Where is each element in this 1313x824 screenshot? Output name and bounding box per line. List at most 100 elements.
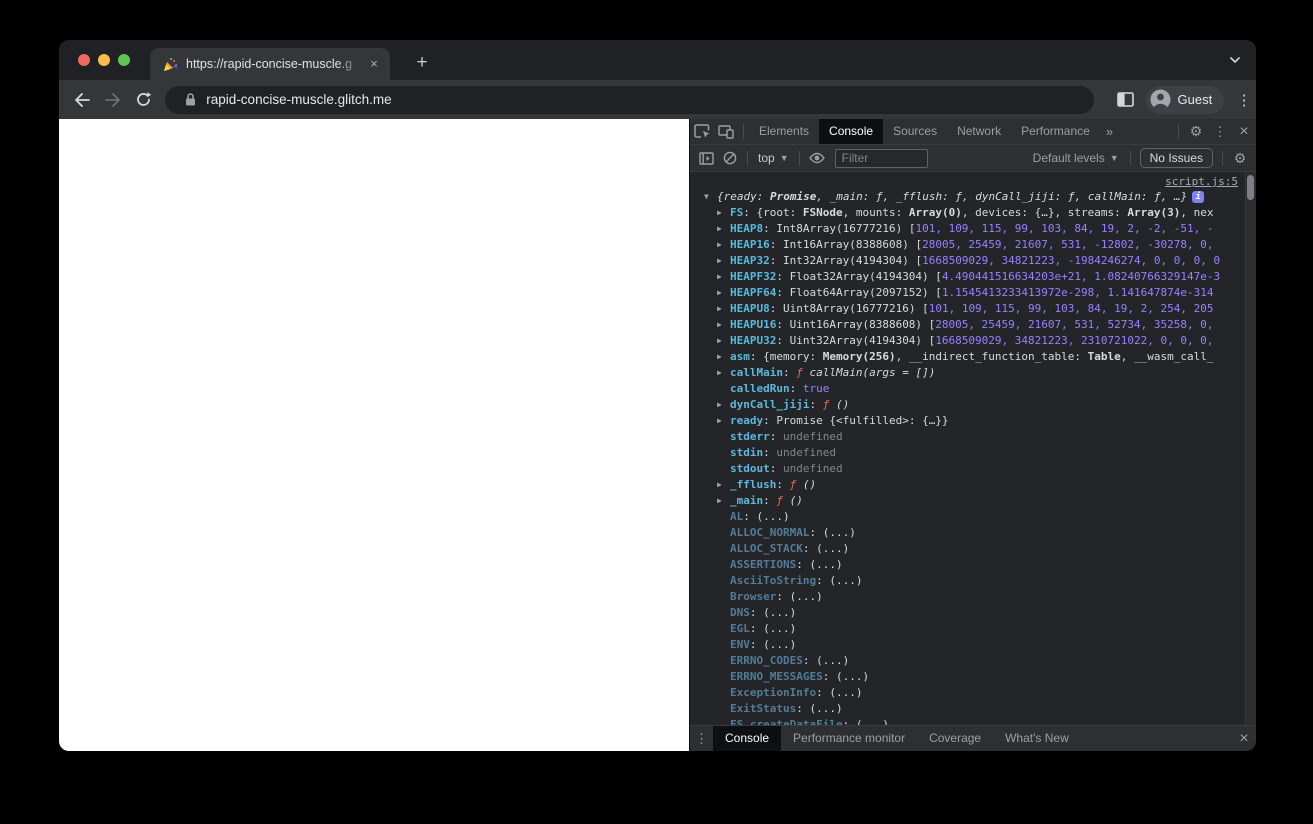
side-panel-icon[interactable] [1112,86,1140,114]
drawer-tab-what-s-new[interactable]: What's New [993,726,1081,751]
console-token: () [783,494,803,507]
drawer-menu-icon[interactable]: ⋮ [690,731,713,747]
arrow-spacer [717,541,730,557]
source-link[interactable]: script.js:5 [1165,175,1238,188]
console-token: , devices: {…}, streams: [961,206,1128,219]
console-token: , mounts: [842,206,909,219]
expand-arrow-icon[interactable]: ▶ [717,349,730,365]
inspect-element-icon[interactable] [690,120,714,144]
console-token: : Int32Array(4194304) [ [769,254,923,267]
minimize-window-button[interactable] [98,54,110,66]
issues-counter-button[interactable]: No Issues [1139,148,1213,168]
expand-arrow-icon[interactable]: ▶ [717,253,730,269]
console-token: : (...) [802,542,850,555]
expand-arrow-icon[interactable]: ▶ [717,413,730,429]
fullscreen-window-button[interactable] [118,54,130,66]
console-property-row: ALLOC_NORMAL: (...) [690,525,1256,541]
browser-menu-icon[interactable]: ⋮ [1232,91,1256,109]
close-window-button[interactable] [78,54,90,66]
devtools-settings-gear-icon[interactable]: ⚙ [1184,120,1208,144]
chevron-down-icon: ▼ [1109,153,1119,163]
console-message-header: script.js:5 [690,172,1256,189]
console-token: , __wasm_call_ [1120,350,1214,363]
context-selector[interactable]: top ▼ [753,151,794,165]
tab-strip: https://rapid-concise-muscle.g × + [59,40,1256,80]
console-property-row: ▶ FS: {root: FSNode, mounts: Array(0), de… [690,205,1256,221]
devtools-tab-performance[interactable]: Performance [1011,119,1100,144]
forward-button[interactable] [99,86,127,114]
devtools-tab-console[interactable]: Console [819,119,884,144]
live-expression-eye-icon[interactable] [805,146,829,170]
console-token: 4.490441516634203e+21, 1.08240766329147e… [941,270,1221,283]
devtools-tab-network[interactable]: Network [947,119,1011,144]
expand-arrow-icon[interactable]: ▶ [717,397,730,413]
console-token: : (...) [816,574,863,587]
tab-search-chevron-icon[interactable] [1228,53,1242,67]
browser-tab[interactable]: https://rapid-concise-muscle.g × [150,48,390,80]
expand-arrow-icon[interactable]: ▶ [717,237,730,253]
expand-arrow-icon[interactable]: ▶ [717,317,730,333]
drawer-tab-performance-monitor[interactable]: Performance monitor [781,726,917,751]
expand-arrow-icon[interactable]: ▶ [717,333,730,349]
expand-arrow-icon[interactable]: ▶ [717,477,730,493]
scrollbar-thumb[interactable] [1247,175,1254,200]
browser-window: https://rapid-concise-muscle.g × + rapid… [59,40,1256,751]
console-token: stdout [730,462,770,475]
expand-arrow-icon[interactable]: ▶ [717,205,730,221]
reload-button[interactable] [130,86,158,114]
address-bar[interactable]: rapid-concise-muscle.glitch.me [165,85,1094,114]
devtools-menu-icon[interactable]: ⋮ [1208,120,1232,144]
console-property-row: ExceptionInfo: (...) [690,685,1256,701]
arrow-spacer [717,701,730,717]
device-toolbar-icon[interactable] [714,120,738,144]
drawer-tab-coverage[interactable]: Coverage [917,726,993,751]
console-token: Array(3) [1127,206,1181,219]
expand-arrow-icon[interactable]: ▶ [717,301,730,317]
console-token: AL [730,510,744,523]
filter-text-field[interactable] [835,151,927,165]
arrow-spacer [717,445,730,461]
log-levels-selector[interactable]: Default levels ▼ [1027,151,1125,165]
drawer-close-icon[interactable]: × [1232,727,1256,751]
console-token: : [782,366,797,379]
console-property-row: ALLOC_STACK: (...) [690,541,1256,557]
console-token: : [809,398,823,411]
expand-arrow-icon[interactable]: ▼ [704,189,717,205]
object-state-info-icon[interactable]: i [1192,191,1205,203]
expand-arrow-icon[interactable]: ▶ [717,365,730,381]
console-property-row: FS_createDataFile: (...) [690,717,1256,725]
console-sidebar-toggle-icon[interactable] [694,146,718,170]
console-token: , __indirect_function_table: [895,350,1088,363]
console-token: undefined [783,430,843,443]
profile-button[interactable]: Guest [1145,85,1225,114]
console-token: 28005, 25459, 21607, 531, -12802, -30278… [922,238,1214,251]
tab-close-icon[interactable]: × [366,56,382,72]
console-settings-gear-icon[interactable]: ⚙ [1228,146,1252,170]
console-scrollbar[interactable] [1245,172,1256,725]
expand-arrow-icon[interactable]: ▶ [717,493,730,509]
devtools-close-icon[interactable]: × [1232,120,1256,144]
back-button[interactable] [68,86,96,114]
expand-arrow-icon[interactable]: ▶ [717,269,730,285]
console-filter-input[interactable] [834,148,928,168]
expand-arrow-icon[interactable]: ▶ [717,221,730,237]
clear-console-icon[interactable] [718,146,742,170]
console-property-row: ▶ asm: {memory: Memory(256), __indirect_f… [690,349,1256,365]
console-token: HEAPF32 [730,270,777,283]
devtools-tab-sources[interactable]: Sources [883,119,947,144]
console-token: ALLOC_STACK [730,542,803,555]
expand-arrow-icon[interactable]: ▶ [717,285,730,301]
console-token: undefined [776,446,836,459]
url-text: rapid-concise-muscle.glitch.me [206,92,392,107]
avatar [1150,89,1171,110]
more-tabs-button[interactable]: » [1100,124,1119,139]
arrow-spacer [717,509,730,525]
console-output[interactable]: script.js:5 ▼ {ready: Promise, _main: ƒ, … [690,172,1256,725]
new-tab-button[interactable]: + [410,52,434,76]
drawer-tab-console[interactable]: Console [713,726,782,751]
console-token: ƒ [822,398,830,411]
chevron-down-icon: ▼ [779,153,789,163]
lock-icon[interactable] [185,93,196,106]
devtools-tab-elements[interactable]: Elements [749,119,819,144]
page-viewport[interactable] [59,119,689,751]
